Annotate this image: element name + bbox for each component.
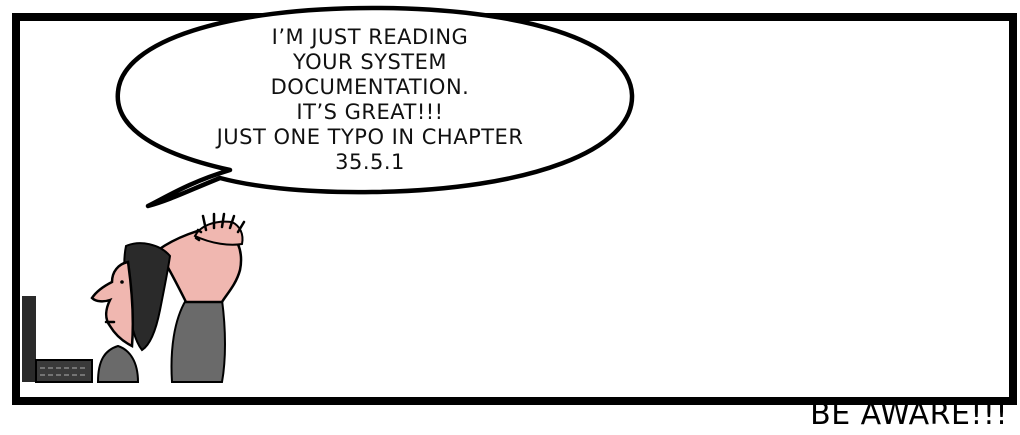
speech-line-3: DOCUMENTATION. [270,75,470,99]
speech-line-6: 35.5.1 [335,150,405,174]
speech-bubble-text: I’M JUST READING YOUR SYSTEM DOCUMENTATI… [150,25,590,175]
character-arm-sleeve [170,299,226,383]
speech-line-1: I’M JUST READING [271,25,469,49]
character-shirt [96,344,140,383]
speech-line-2: YOUR SYSTEM [292,50,448,74]
character-eye [120,280,124,284]
character [90,212,246,383]
speech-line-5: JUST ONE TYPO IN CHAPTER [216,125,524,149]
keyboard [35,359,93,383]
character-face [90,260,135,348]
monitor-stand [22,296,36,382]
caption: BE AWARE!!! [810,397,1008,432]
speech-line-4: IT’S GREAT!!! [296,100,444,124]
desk [22,296,93,383]
